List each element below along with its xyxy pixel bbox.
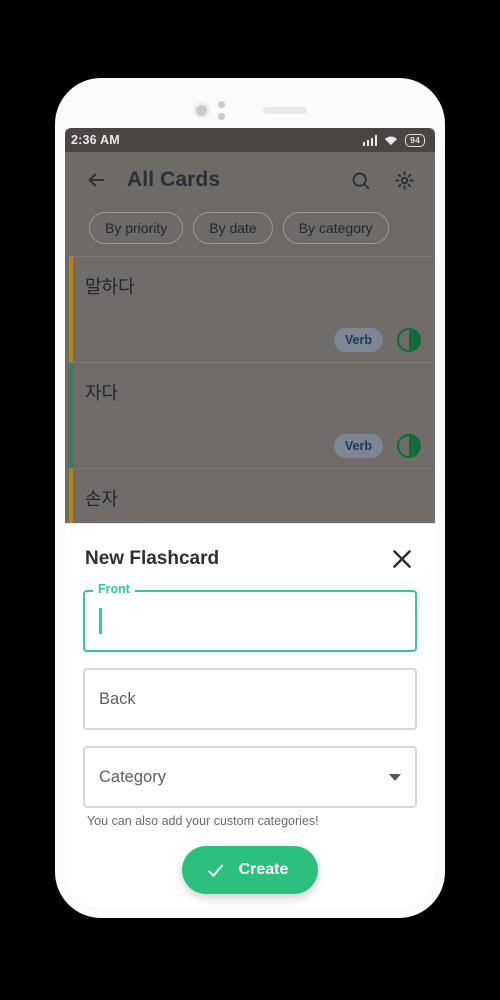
text-cursor [99,608,102,634]
status-time: 2:36 AM [71,133,120,147]
flashcard-meta: Verb [85,434,421,458]
chip-by-date[interactable]: By date [193,212,273,244]
app-bar-actions [343,163,421,197]
half-filled-circle-icon [397,328,421,352]
front-field[interactable]: Front [83,582,417,652]
back-field[interactable]: Back [83,668,417,730]
close-icon[interactable] [389,546,415,572]
category-badge: Verb [333,328,383,352]
create-button-row: Create [83,846,417,894]
chip-by-priority[interactable]: By priority [89,212,184,244]
sensor-dots-icon [218,100,225,120]
front-input[interactable] [83,590,417,652]
screenshot-root: 2:36 AM 94 All Cards By priority By date… [0,0,500,1000]
half-filled-circle-icon [397,434,421,458]
flashcard-item[interactable]: 말하다 Verb [69,256,435,362]
chip-by-category[interactable]: By category [282,212,389,244]
sheet-title: New Flashcard [85,548,220,569]
wifi-icon [385,136,398,145]
priority-accent-bar [69,257,73,362]
priority-accent-bar [69,363,73,468]
category-select[interactable]: Category [83,746,417,808]
category-badge: Verb [333,434,383,458]
create-button[interactable]: Create [181,846,319,894]
battery-indicator: 94 [405,133,425,147]
category-field[interactable]: Category [83,746,417,808]
phone-frame: 2:36 AM 94 All Cards By priority By date… [55,78,445,918]
front-camera-icon [193,101,210,119]
page-title: All Cards [127,168,221,191]
phone-screen: 2:36 AM 94 All Cards By priority By date… [65,128,435,908]
chevron-down-icon[interactable] [389,773,401,781]
search-icon[interactable] [343,163,377,197]
back-arrow-icon[interactable] [79,163,113,197]
app-bar: All Cards [65,152,435,208]
status-icons: 94 [363,133,425,147]
category-placeholder: Category [99,767,166,786]
flashcard-title: 자다 [85,383,119,403]
status-bar: 2:36 AM 94 [65,128,435,152]
earpiece-speaker [263,106,307,114]
check-icon [207,864,223,877]
phone-hardware-row [55,99,445,121]
new-flashcard-sheet: New Flashcard Front Back Category You ca… [65,523,435,908]
flashcard-title: 말하다 [85,277,135,297]
helper-text: You can also add your custom categories! [87,814,319,828]
create-button-label: Create [238,861,289,878]
gear-icon[interactable] [387,163,421,197]
back-placeholder: Back [99,689,136,708]
flashcard-meta: Verb [85,328,421,352]
cellular-signal-icon [363,135,378,146]
front-field-label: Front [93,582,135,596]
filter-chips: By priority By date By category [65,208,435,256]
flashcard-title: 손자 [85,489,119,509]
flashcard-item[interactable]: 자다 Verb [69,362,435,468]
back-input[interactable]: Back [83,668,417,730]
